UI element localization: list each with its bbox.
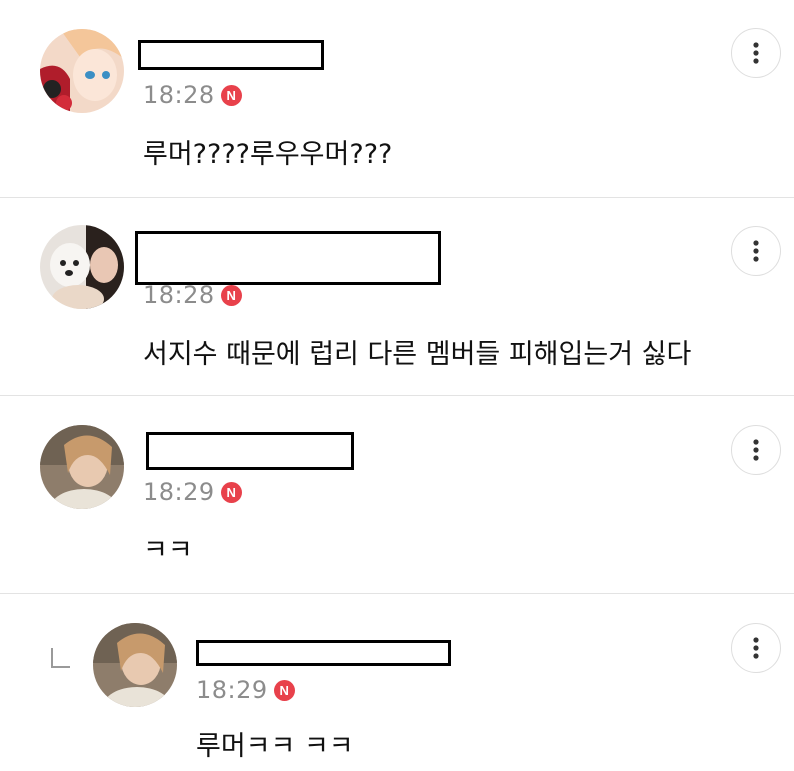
portrait-avatar-icon: [40, 425, 124, 509]
author-name-redacted: [138, 40, 324, 70]
timestamp: 18:28: [143, 281, 215, 309]
comment-text: 루머ㅋㅋ ㅋㅋ: [196, 731, 354, 762]
more-vertical-icon: [753, 637, 759, 659]
avatar[interactable]: [40, 425, 124, 509]
avatar[interactable]: [40, 225, 124, 309]
more-options-button[interactable]: [731, 425, 781, 475]
reply-arrow-icon: [51, 648, 70, 668]
more-options-button[interactable]: [731, 28, 781, 78]
avatar[interactable]: [40, 29, 124, 113]
more-options-button[interactable]: [731, 226, 781, 276]
comment-meta: 18:28 N: [143, 280, 242, 310]
comment-item: 18:28 N 서지수 때문에 럽리 다른 멤버들 피해입는거 싫다: [0, 198, 794, 396]
comment-text: 루머????루우우머???: [143, 139, 393, 170]
anime-avatar-icon: [40, 29, 124, 113]
author-name-redacted: [135, 231, 441, 285]
dog-photo-avatar-icon: [40, 225, 124, 309]
comment-meta: 18:28 N: [143, 80, 242, 110]
new-badge: N: [273, 679, 295, 701]
author-name-redacted: [196, 640, 451, 666]
timestamp: 18:29: [196, 676, 268, 704]
timestamp: 18:29: [143, 478, 215, 506]
comment-meta: 18:29 N: [196, 675, 295, 705]
timestamp: 18:28: [143, 81, 215, 109]
reply-item: 18:29 N 루머ㅋㅋ ㅋㅋ: [0, 594, 794, 771]
new-badge: N: [220, 284, 242, 306]
comment-text: ㅋㅋ: [143, 535, 193, 566]
comment-item: 18:29 N ㅋㅋ: [0, 396, 794, 594]
new-badge: N: [220, 84, 242, 106]
avatar[interactable]: [93, 623, 177, 707]
more-vertical-icon: [753, 240, 759, 262]
new-badge: N: [220, 481, 242, 503]
more-vertical-icon: [753, 42, 759, 64]
comment-text: 서지수 때문에 럽리 다른 멤버들 피해입는거 싫다: [143, 339, 692, 370]
author-name-redacted: [146, 432, 354, 470]
comment-meta: 18:29 N: [143, 477, 242, 507]
portrait-avatar-icon: [93, 623, 177, 707]
comment-item: 18:28 N 루머????루우우머???: [0, 0, 794, 198]
more-vertical-icon: [753, 439, 759, 461]
more-options-button[interactable]: [731, 623, 781, 673]
